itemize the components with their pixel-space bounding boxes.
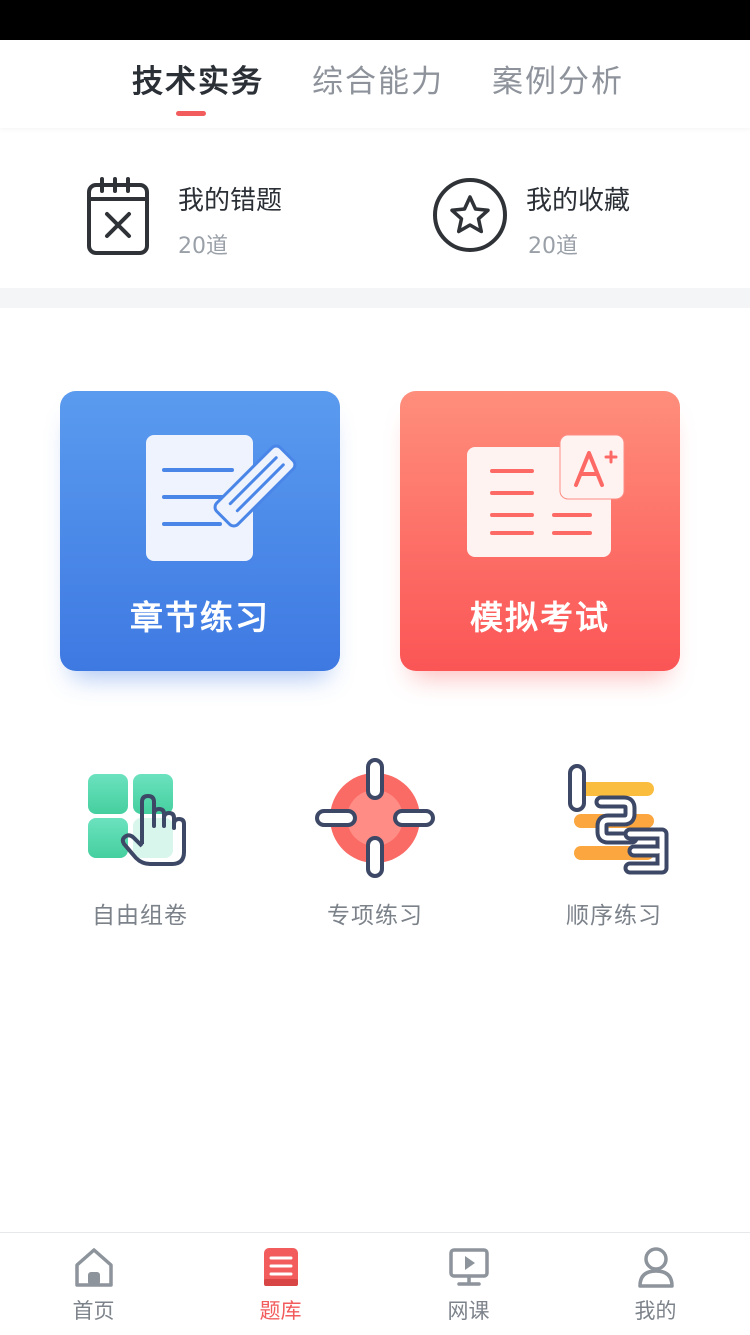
nav-home[interactable]: 首页 <box>0 1233 187 1333</box>
tab-technical-practice[interactable]: 技术实务 <box>132 60 264 104</box>
wrong-questions-title: 我的错题 <box>178 186 283 216</box>
calendar-x-icon <box>87 177 149 255</box>
nav-profile[interactable]: 我的 <box>562 1233 749 1333</box>
nav-question-bank[interactable]: 题库 <box>187 1233 374 1333</box>
nav-profile-label: 我的 <box>634 1299 677 1323</box>
status-bar <box>0 0 750 40</box>
active-tab-indicator <box>176 111 206 116</box>
nav-online-course-label: 网课 <box>447 1299 490 1323</box>
home-icon <box>75 1248 113 1287</box>
exam-paper-icon <box>467 434 625 557</box>
sequential-practice-entry[interactable]: 顺序练习 <box>539 758 689 929</box>
subject-tabs: 技术实务 综合能力 案例分析 <box>0 40 750 128</box>
my-favorites[interactable]: 我的收藏 20道 <box>432 176 692 260</box>
special-practice-label: 专项练习 <box>327 903 423 929</box>
chapter-practice-label: 章节练习 <box>130 598 270 637</box>
nav-home-label: 首页 <box>72 1299 115 1323</box>
nav-online-course[interactable]: 网课 <box>375 1233 562 1333</box>
numbers-123-icon <box>568 764 669 875</box>
chapter-practice-card[interactable]: 章节练习 <box>60 391 340 671</box>
special-practice-entry[interactable]: 专项练习 <box>300 758 450 929</box>
my-wrong-questions[interactable]: 我的错题 20道 <box>86 176 346 260</box>
document-pen-icon <box>146 435 297 561</box>
tab-comprehensive-ability[interactable]: 综合能力 <box>312 60 444 104</box>
star-icon <box>433 178 507 252</box>
favorites-title: 我的收藏 <box>526 186 631 216</box>
favorites-count: 20道 <box>528 234 578 259</box>
question-bank-icon <box>264 1248 298 1286</box>
target-icon <box>315 758 435 878</box>
mock-exam-label: 模拟考试 <box>470 598 610 637</box>
free-assembly-label: 自由组卷 <box>92 903 188 929</box>
section-divider <box>0 288 750 308</box>
sequential-practice-label: 顺序练习 <box>566 903 662 929</box>
tab-case-analysis[interactable]: 案例分析 <box>492 60 624 104</box>
profile-icon <box>638 1247 674 1288</box>
video-lesson-icon <box>449 1248 489 1286</box>
free-assembly-entry[interactable]: 自由组卷 <box>65 758 215 929</box>
nav-question-bank-label: 题库 <box>259 1299 302 1323</box>
bottom-navigation: 首页 题库 网课 我的 <box>0 1232 750 1335</box>
wrong-questions-count: 20道 <box>178 234 228 259</box>
mock-exam-card[interactable]: 模拟考试 <box>400 391 680 671</box>
grid-hand-icon <box>88 774 186 866</box>
